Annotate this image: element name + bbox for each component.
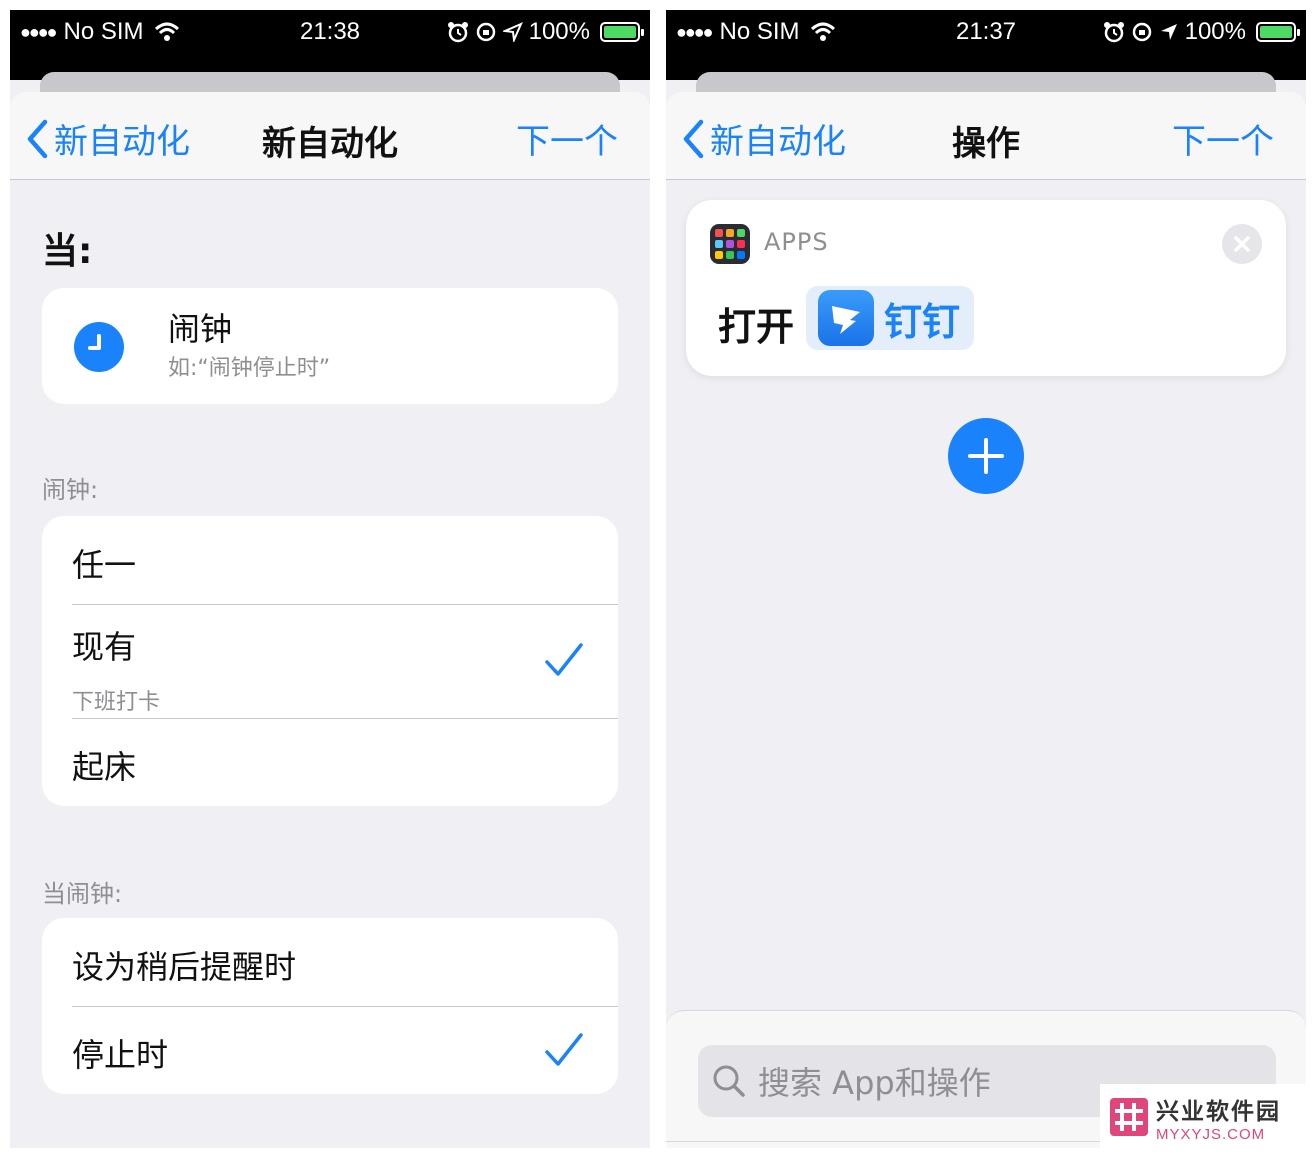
back-label: 新自动化: [710, 122, 846, 162]
alarm-icon: [447, 22, 468, 43]
trigger-subtitle: 如:“闹钟停止时”: [168, 356, 331, 381]
list-item-sublabel: 下班打卡: [72, 690, 161, 715]
search-placeholder: 搜索 App和操作: [758, 1064, 991, 1102]
list-item-label: 任一: [72, 546, 137, 584]
list-item-label: 停止时: [72, 1036, 169, 1074]
status-bar: ●●●● No SIM 21:38 100%: [10, 10, 650, 80]
actions-sheet: 新自动化 操作 下一个 APPS 打开 钉钉 搜索 App和操作: [666, 92, 1306, 1148]
app-name: 钉钉: [884, 299, 961, 344]
status-bar: ●●●● No SIM 21:37 100%: [666, 10, 1306, 80]
right-screen: ●●●● No SIM 21:37 100% 新自动化 操作 下一个 APPS …: [666, 10, 1306, 1148]
alarm-icon: [1103, 22, 1124, 43]
left-screen: ●●●● No SIM 21:38 100% 新自动化 新自动化 下一个 当: …: [10, 10, 650, 1148]
when-alarm-list: 设为稍后提醒时 停止时: [42, 918, 618, 1094]
next-button[interactable]: 下一个: [1172, 114, 1274, 163]
alarm-section-header: 闹钟:: [42, 476, 99, 504]
list-item-label: 设为稍后提醒时: [72, 948, 297, 986]
list-item-label: 起床: [72, 748, 137, 786]
automation-sheet: 新自动化 新自动化 下一个 当: 闹钟 如:“闹钟停止时” 闹钟: 任一 现有 …: [10, 92, 650, 1148]
open-app-action-card[interactable]: APPS 打开 钉钉: [686, 200, 1286, 376]
location-icon: [1160, 24, 1177, 40]
when-alarm-section-header: 当闹钟:: [42, 880, 123, 908]
remove-action-button[interactable]: [1222, 224, 1262, 264]
orientation-lock-icon: [476, 22, 495, 42]
apps-icon: [710, 224, 750, 264]
back-button[interactable]: 新自动化: [682, 114, 846, 163]
action-category: APPS: [764, 228, 829, 256]
dingtalk-app-icon: [818, 290, 874, 346]
list-item-wake-up[interactable]: 起床: [42, 718, 618, 806]
battery-icon: [600, 22, 644, 42]
add-action-button[interactable]: [948, 418, 1024, 494]
trigger-title: 闹钟: [168, 310, 233, 348]
location-icon: [502, 22, 523, 42]
watermark-domain: MYXYJS.COM: [1156, 1125, 1266, 1143]
back-label: 新自动化: [54, 122, 190, 162]
watermark: 兴业软件园 MYXYJS.COM: [1100, 1084, 1308, 1150]
when-label: 当:: [42, 231, 93, 272]
next-button[interactable]: 下一个: [516, 114, 618, 163]
navigation-bar: 新自动化 新自动化 下一个: [10, 92, 650, 180]
watermark-logo-icon: [1110, 1098, 1148, 1136]
trigger-card[interactable]: 闹钟 如:“闹钟停止时”: [42, 288, 618, 404]
app-parameter-chip[interactable]: 钉钉: [806, 286, 975, 350]
back-button[interactable]: 新自动化: [26, 114, 190, 163]
list-item-existing[interactable]: 现有 下班打卡: [42, 604, 618, 718]
battery-percent: 100%: [528, 18, 590, 45]
action-verb: 打开: [718, 305, 795, 349]
checkmark-icon: [545, 1033, 583, 1066]
list-item-snoozed[interactable]: 设为稍后提醒时: [42, 918, 618, 1006]
navigation-bar: 新自动化 操作 下一个: [666, 92, 1306, 180]
list-item-label: 现有: [72, 628, 137, 666]
checkmark-icon: [545, 643, 583, 676]
list-item-any[interactable]: 任一: [42, 516, 618, 604]
watermark-name: 兴业软件园: [1156, 1098, 1281, 1125]
close-icon: [1234, 236, 1250, 252]
alarm-list: 任一 现有 下班打卡 起床: [42, 516, 618, 806]
clock-time: 21:37: [955, 18, 1017, 45]
chevron-left-icon: [27, 119, 48, 158]
list-item-stopped[interactable]: 停止时: [42, 1006, 618, 1094]
orientation-lock-icon: [1132, 22, 1151, 42]
search-icon: [713, 1065, 745, 1097]
battery-percent: 100%: [1184, 18, 1246, 45]
clock-icon: [74, 322, 124, 372]
battery-icon: [1256, 22, 1300, 42]
chevron-left-icon: [683, 119, 704, 158]
clock-time: 21:38: [299, 18, 361, 45]
